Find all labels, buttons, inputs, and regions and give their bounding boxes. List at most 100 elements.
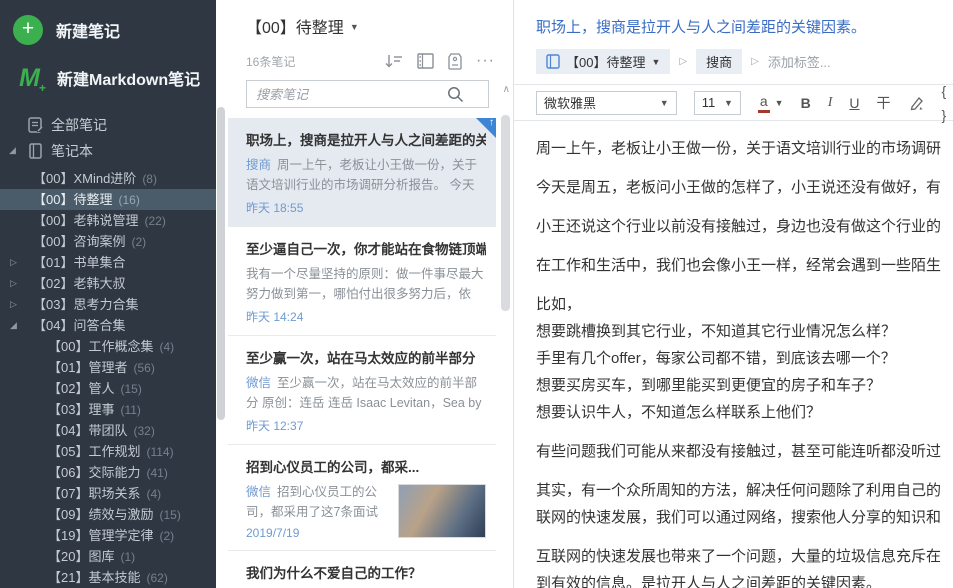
note-count: 16条笔记 bbox=[246, 53, 295, 70]
sidebar-notebook-item[interactable]: 【02】管人(15) bbox=[0, 378, 216, 399]
notebook-count: (15) bbox=[159, 508, 180, 522]
note-icon bbox=[28, 117, 43, 133]
notebook-label: 【06】交际能力 bbox=[48, 465, 140, 480]
add-tag-field[interactable]: 添加标签... bbox=[768, 52, 831, 71]
notebook-label: 【00】XMind进阶 bbox=[33, 171, 136, 186]
sidebar-notebook-item[interactable]: ▷【01】书单集合 bbox=[0, 252, 216, 273]
tag-icon[interactable] bbox=[448, 53, 462, 70]
notebook-title-dropdown[interactable]: 【00】待整理 ▼ bbox=[246, 14, 495, 38]
note-item-texts: 微信至少赢一次，站在马太效应的前半部分 原创：连岳 连岳 Isaac Levit… bbox=[246, 367, 486, 434]
sidebar-notebook-item[interactable]: 【21】基本技能(62) bbox=[0, 567, 216, 588]
highlighter-icon[interactable] bbox=[908, 95, 925, 111]
expanded-expander-icon[interactable]: ◢ bbox=[10, 315, 17, 336]
chevron-down-icon: ▼ bbox=[775, 98, 784, 108]
sidebar-notebook-item[interactable]: ▷【03】思考力合集 bbox=[0, 294, 216, 315]
search-icon[interactable] bbox=[447, 86, 464, 103]
notebook-label: 【02】管人 bbox=[48, 381, 114, 396]
note-content[interactable]: 周一上午，老板让小王做一份，关于语文培训行业的市场调研今天是周五，老板问小王做的… bbox=[514, 121, 953, 588]
new-note-button[interactable]: + 新建笔记 bbox=[0, 0, 216, 46]
sort-icon[interactable] bbox=[384, 54, 403, 69]
collapsed-expander-icon[interactable]: ▷ bbox=[10, 294, 17, 315]
sidebar-notebook-item[interactable]: 【00】工作概念集(4) bbox=[0, 336, 216, 357]
notebook-count: (62) bbox=[146, 571, 167, 585]
sidebar-notebook-item[interactable]: 【00】待整理(16) bbox=[0, 189, 216, 210]
collapsed-expander-icon[interactable]: ▷ bbox=[10, 252, 17, 273]
code-block-button[interactable]: { } bbox=[942, 79, 953, 127]
notebook-title: 【00】待整理 bbox=[246, 14, 344, 38]
chevron-down-icon: ▼ bbox=[350, 22, 359, 32]
notebooks-label: 笔记本 bbox=[51, 141, 93, 161]
font-family-value: 微软雅黑 bbox=[544, 93, 596, 112]
sidebar-notebook-item[interactable]: ◢【04】问答合集 bbox=[0, 315, 216, 336]
more-icon[interactable]: ··· bbox=[476, 52, 495, 70]
collapsed-expander-icon[interactable]: ▷ bbox=[10, 273, 17, 294]
strikethrough-button[interactable]: 干 bbox=[877, 91, 891, 115]
note-list-item[interactable]: ↑职场上，搜商是拉开人与人之间差距的关键...搜商周一上午，老板让小王做一份，关… bbox=[228, 118, 496, 226]
sidebar-notebook-item[interactable]: 【00】咨询案例(2) bbox=[0, 231, 216, 252]
font-size-select[interactable]: 11 ▼ bbox=[694, 91, 741, 115]
bold-button[interactable]: B bbox=[801, 91, 811, 115]
content-line: 比如， bbox=[536, 291, 953, 318]
notebook-count: (4) bbox=[159, 340, 174, 354]
notebook-count: (114) bbox=[146, 445, 173, 459]
note-items: ↑职场上，搜商是拉开人与人之间差距的关键...搜商周一上午，老板让小王做一份，关… bbox=[228, 118, 513, 588]
sidebar-item-all-notes[interactable]: 全部笔记 bbox=[0, 112, 216, 138]
editor-tagbar: 【00】待整理 ▼ ▷ 搜商 ▷ 添加标签... bbox=[514, 37, 953, 85]
tag-marker-icon: ▷ bbox=[679, 56, 687, 67]
notebook-label: 【00】老韩说管理 bbox=[33, 213, 138, 228]
notebook-count: (2) bbox=[159, 529, 174, 543]
note-item-tag: 微信 bbox=[246, 376, 271, 390]
content-line: 周一上午，老板让小王做一份，关于语文培训行业的市场调研 bbox=[536, 135, 953, 162]
sidebar-notebook-item[interactable]: 【20】图库(1) bbox=[0, 546, 216, 567]
sidebar-notebook-item[interactable]: 【00】XMind进阶(8) bbox=[0, 168, 216, 189]
sidebar-notebook-item[interactable]: 【07】职场关系(4) bbox=[0, 483, 216, 504]
sidebar-notebook-item[interactable]: 【00】老韩说管理(22) bbox=[0, 210, 216, 231]
sidebar-notebook-item[interactable]: 【04】带团队(32) bbox=[0, 420, 216, 441]
content-line: 今天是周五，老板问小王做的怎样了，小王说还没有做好，有 bbox=[536, 174, 953, 201]
sidebar-notebook-item[interactable]: ▷【02】老韩大叔 bbox=[0, 273, 216, 294]
notebook-count: (11) bbox=[120, 403, 140, 417]
sidebar-notebook-item[interactable]: 【09】绩效与激励 (15) bbox=[0, 504, 216, 525]
font-family-select[interactable]: 微软雅黑 ▼ bbox=[536, 91, 677, 115]
notebook-label: 【01】管理者 bbox=[48, 360, 127, 375]
font-color-button[interactable]: a ▼ bbox=[758, 93, 784, 113]
collapse-chevron-icon[interactable]: ∧ bbox=[503, 84, 510, 95]
sidebar-notebook-item[interactable]: 【05】工作规划(114) bbox=[0, 441, 216, 462]
notebook-label: 【09】绩效与激励 bbox=[48, 507, 153, 522]
expanded-expander-icon[interactable]: ◢ bbox=[9, 145, 16, 156]
content-line: 在工作和生活中，我们也会像小王一样，经常会遇到一些陌生 bbox=[536, 252, 953, 279]
note-item-date: 昨天 18:55 bbox=[246, 199, 486, 216]
content-line: 互联网的快速发展也带来了一个问题，大量的垃圾信息充斥在 bbox=[536, 543, 953, 570]
editor-panel: 职场上，搜商是拉开人与人之间差距的关键因素。 【00】待整理 ▼ ▷ 搜商 ▷ … bbox=[514, 0, 953, 588]
note-list-item[interactable]: 招到心仪员工的公司，都采...微信招到心仪员工的公司，都采用了这7条面试规律 原… bbox=[228, 444, 496, 550]
italic-button[interactable]: I bbox=[828, 91, 833, 115]
new-markdown-button[interactable]: M+ 新建Markdown笔记 bbox=[0, 46, 216, 94]
note-list-item[interactable]: 至少赢一次，站在马太效应的前半部分微信至少赢一次，站在马太效应的前半部分 原创：… bbox=[228, 335, 496, 444]
note-list-scrollbar-thumb[interactable] bbox=[501, 115, 510, 311]
notebook-label: 【00】待整理 bbox=[33, 192, 112, 207]
note-item-texts: 微信我们为什么不爱自己的工作？ 原创：连岳 连岳 Eri...2019/7/17 bbox=[246, 582, 388, 588]
note-list-item[interactable]: 至少逼自己一次，你才能站在食物链顶端我有一个尽量坚持的原则：做一件事尽最大努力做… bbox=[228, 226, 496, 335]
sidebar-notebook-item[interactable]: 【06】交际能力(41) bbox=[0, 462, 216, 483]
pin-arrow-icon: ↑ bbox=[489, 118, 494, 129]
view-mode-icon[interactable] bbox=[417, 53, 434, 69]
note-title[interactable]: 职场上，搜商是拉开人与人之间差距的关键因素。 bbox=[514, 0, 953, 37]
sidebar-notebook-item[interactable]: 【01】管理者 (56) bbox=[0, 357, 216, 378]
sidebar-scrollbar-thumb[interactable] bbox=[217, 107, 225, 420]
note-list-item[interactable]: 我们为什么不爱自己的工作？微信我们为什么不爱自己的工作？ 原创：连岳 连岳 Er… bbox=[228, 550, 496, 588]
note-item-title: 我们为什么不爱自己的工作？ bbox=[246, 562, 486, 582]
chevron-down-icon: ▼ bbox=[660, 98, 669, 108]
sidebar-notebook-item[interactable]: 【19】管理学定律(2) bbox=[0, 525, 216, 546]
sidebar-item-notebooks[interactable]: ◢ 笔记本 bbox=[0, 138, 216, 164]
note-item-excerpt: 搜商周一上午，老板让小王做一份，关于语文培训行业的市场调研分析报告。 今天是..… bbox=[246, 155, 486, 195]
font-size-value: 11 bbox=[702, 95, 716, 110]
note-item-date: 昨天 14:24 bbox=[246, 308, 486, 325]
note-item-body: 微信至少赢一次，站在马太效应的前半部分 原创：连岳 连岳 Isaac Levit… bbox=[246, 367, 486, 434]
notebook-count: (56) bbox=[133, 361, 154, 375]
markdown-logo-icon: M+ bbox=[13, 64, 45, 93]
content-line: 想要买房买车，到哪里能买到更便宜的房子和车子？ bbox=[536, 372, 953, 399]
sidebar-notebook-item[interactable]: 【03】理事(11) bbox=[0, 399, 216, 420]
notebook-selector-chip[interactable]: 【00】待整理 ▼ bbox=[536, 49, 670, 74]
underline-button[interactable]: U bbox=[849, 91, 859, 115]
tag-chip[interactable]: 搜商 bbox=[696, 49, 742, 74]
